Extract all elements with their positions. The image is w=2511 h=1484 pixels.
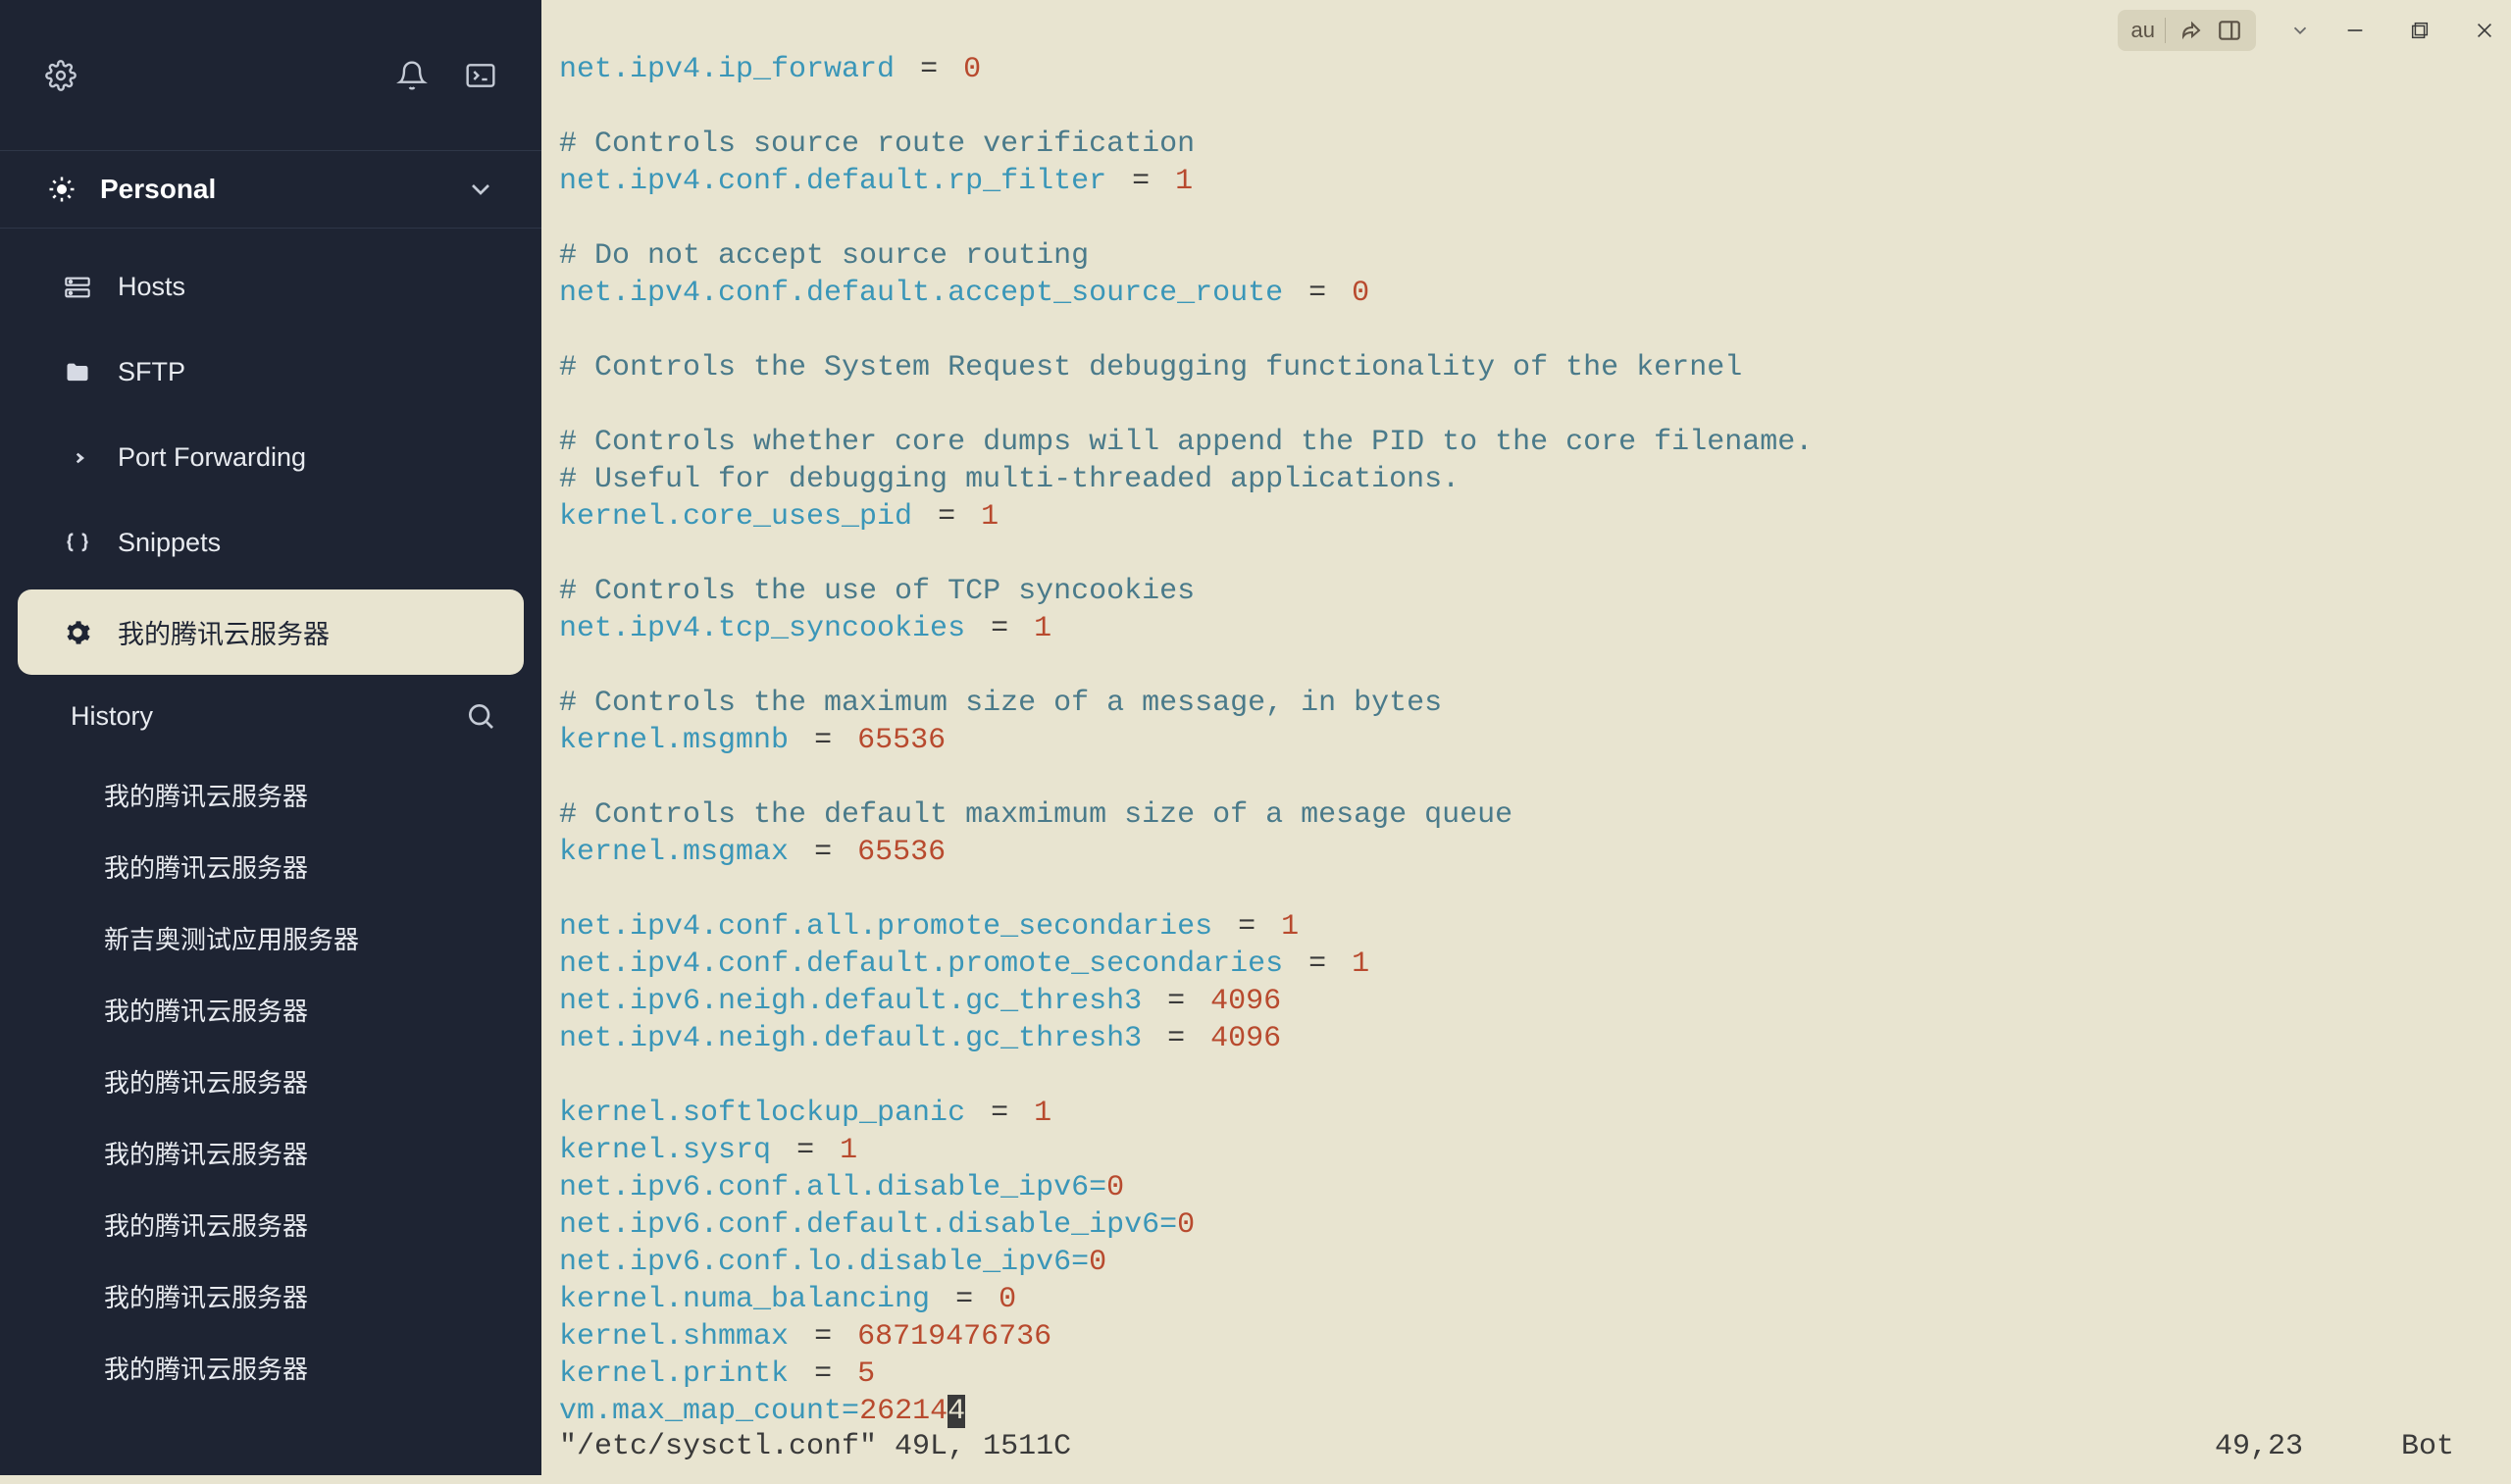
terminal[interactable]: net.ipv4.ip_forward = 0 # Controls sourc… xyxy=(541,0,2511,1430)
history-item[interactable]: 我的腾讯云服务器 xyxy=(0,1117,541,1189)
nav-label: Hosts xyxy=(118,272,185,302)
terminal-line: kernel.shmmax = 68719476736 xyxy=(559,1318,2493,1356)
terminal-line xyxy=(559,871,2493,908)
braces-icon xyxy=(63,529,92,558)
terminal-line xyxy=(559,88,2493,126)
panel-controls: au xyxy=(2118,10,2256,51)
settings-icon[interactable] xyxy=(45,60,77,91)
nav-label: Port Forwarding xyxy=(118,442,306,473)
history-item[interactable]: 我的腾讯云服务器 xyxy=(0,1046,541,1117)
nav-label: Snippets xyxy=(118,528,221,558)
history-item[interactable]: 我的腾讯云服务器 xyxy=(0,1260,541,1332)
nav-sftp[interactable]: SFTP xyxy=(18,333,524,411)
nav-tencent-server[interactable]: 我的腾讯云服务器 xyxy=(18,589,524,675)
terminal-line: kernel.numa_balancing = 0 xyxy=(559,1281,2493,1318)
terminal-line: kernel.sysrq = 1 xyxy=(559,1132,2493,1169)
nav-port-forwarding[interactable]: Port Forwarding xyxy=(18,419,524,496)
terminal-line: # Controls the maximum size of a message… xyxy=(559,685,2493,722)
terminal-line: net.ipv4.neigh.default.gc_thresh3 = 4096 xyxy=(559,1020,2493,1057)
nav: Hosts SFTP Port Forwarding Snippets 我的腾讯… xyxy=(0,229,541,1425)
search-icon[interactable] xyxy=(465,700,496,732)
status-position: 49,23 xyxy=(2215,1430,2303,1463)
terminal-line: # Controls source route verification xyxy=(559,126,2493,163)
nav-history[interactable]: History xyxy=(0,679,541,753)
maximize-icon[interactable] xyxy=(2409,20,2431,41)
terminal-line: kernel.msgmnb = 65536 xyxy=(559,722,2493,759)
sidebar-top xyxy=(0,0,541,151)
forward-icon xyxy=(63,443,92,473)
terminal-line: net.ipv6.conf.lo.disable_ipv6=0 xyxy=(559,1244,2493,1281)
au-badge: au xyxy=(2131,18,2166,43)
terminal-line: net.ipv4.tcp_syncookies = 1 xyxy=(559,610,2493,647)
nav-hosts[interactable]: Hosts xyxy=(18,248,524,326)
terminal-line xyxy=(559,200,2493,237)
terminal-line: # Controls whether core dumps will appen… xyxy=(559,424,2493,461)
workspace-label: Personal xyxy=(100,174,443,205)
history-item[interactable]: 我的腾讯云服务器 xyxy=(0,759,541,831)
terminal-line: kernel.core_uses_pid = 1 xyxy=(559,498,2493,536)
history-item[interactable]: 我的腾讯云服务器 xyxy=(0,1189,541,1260)
terminal-line: # Controls the use of TCP syncookies xyxy=(559,573,2493,610)
bell-icon[interactable] xyxy=(396,60,428,91)
chevron-down-icon[interactable] xyxy=(2289,20,2311,41)
terminal-line: net.ipv6.neigh.default.gc_thresh3 = 4096 xyxy=(559,983,2493,1020)
history-item[interactable]: 我的腾讯云服务器 xyxy=(0,974,541,1046)
minimize-icon[interactable] xyxy=(2344,20,2366,41)
history-list: 我的腾讯云服务器我的腾讯云服务器新吉奥测试应用服务器我的腾讯云服务器我的腾讯云服… xyxy=(0,753,541,1409)
terminal-line: # Useful for debugging multi-threaded ap… xyxy=(559,461,2493,498)
terminal-line: kernel.msgmax = 65536 xyxy=(559,834,2493,871)
terminal-line: net.ipv6.conf.default.disable_ipv6=0 xyxy=(559,1206,2493,1244)
terminal-line: net.ipv6.conf.all.disable_ipv6=0 xyxy=(559,1169,2493,1206)
status-file: "/etc/sysctl.conf" 49L, 1511C xyxy=(559,1430,1071,1463)
history-item[interactable]: 我的腾讯云服务器 xyxy=(0,831,541,902)
terminal-line: net.ipv4.conf.default.promote_secondarie… xyxy=(559,946,2493,983)
status-scroll: Bot xyxy=(2401,1430,2454,1463)
share-icon[interactable] xyxy=(2179,19,2203,42)
main: au net.ipv4.ip_forward = 0 # Controls so… xyxy=(541,0,2511,1475)
gear-fill-icon xyxy=(63,618,92,647)
terminal-line: net.ipv4.ip_forward = 0 xyxy=(559,51,2493,88)
layout-split-icon[interactable] xyxy=(2217,18,2242,43)
terminal-line: # Controls the System Request debugging … xyxy=(559,349,2493,386)
nav-label: History xyxy=(71,701,153,732)
nav-label: SFTP xyxy=(118,357,185,387)
terminal-line xyxy=(559,1057,2493,1095)
terminal-line: kernel.softlockup_panic = 1 xyxy=(559,1095,2493,1132)
terminal-line: net.ipv4.conf.default.accept_source_rout… xyxy=(559,275,2493,312)
chevron-down-icon xyxy=(465,174,496,205)
terminal-line: net.ipv4.conf.default.rp_filter = 1 xyxy=(559,163,2493,200)
terminal-line: kernel.printk = 5 xyxy=(559,1356,2493,1393)
history-item[interactable]: 新吉奥测试应用服务器 xyxy=(0,902,541,974)
terminal-icon[interactable] xyxy=(465,60,496,91)
terminal-line: # Controls the default maxmimum size of … xyxy=(559,796,2493,834)
terminal-line xyxy=(559,759,2493,796)
workspace-icon xyxy=(45,173,78,206)
close-icon[interactable] xyxy=(2474,20,2495,41)
terminal-line xyxy=(559,312,2493,349)
terminal-line xyxy=(559,536,2493,573)
terminal-line xyxy=(559,386,2493,424)
history-item[interactable]: 我的腾讯云服务器 xyxy=(0,1332,541,1404)
terminal-line: # Do not accept source routing xyxy=(559,237,2493,275)
nav-snippets[interactable]: Snippets xyxy=(18,504,524,582)
terminal-line: net.ipv4.conf.all.promote_secondaries = … xyxy=(559,908,2493,946)
terminal-line xyxy=(559,647,2493,685)
hosts-icon xyxy=(63,273,92,302)
workspace-selector[interactable]: Personal xyxy=(0,151,541,229)
sidebar: Personal Hosts SFTP Port Forwarding xyxy=(0,0,541,1475)
terminal-line: vm.max_map_count=262144 xyxy=(559,1393,2493,1430)
top-controls: au xyxy=(2118,10,2495,51)
folder-icon xyxy=(63,358,92,387)
window-controls xyxy=(2344,20,2495,41)
nav-label: 我的腾讯云服务器 xyxy=(118,613,330,651)
